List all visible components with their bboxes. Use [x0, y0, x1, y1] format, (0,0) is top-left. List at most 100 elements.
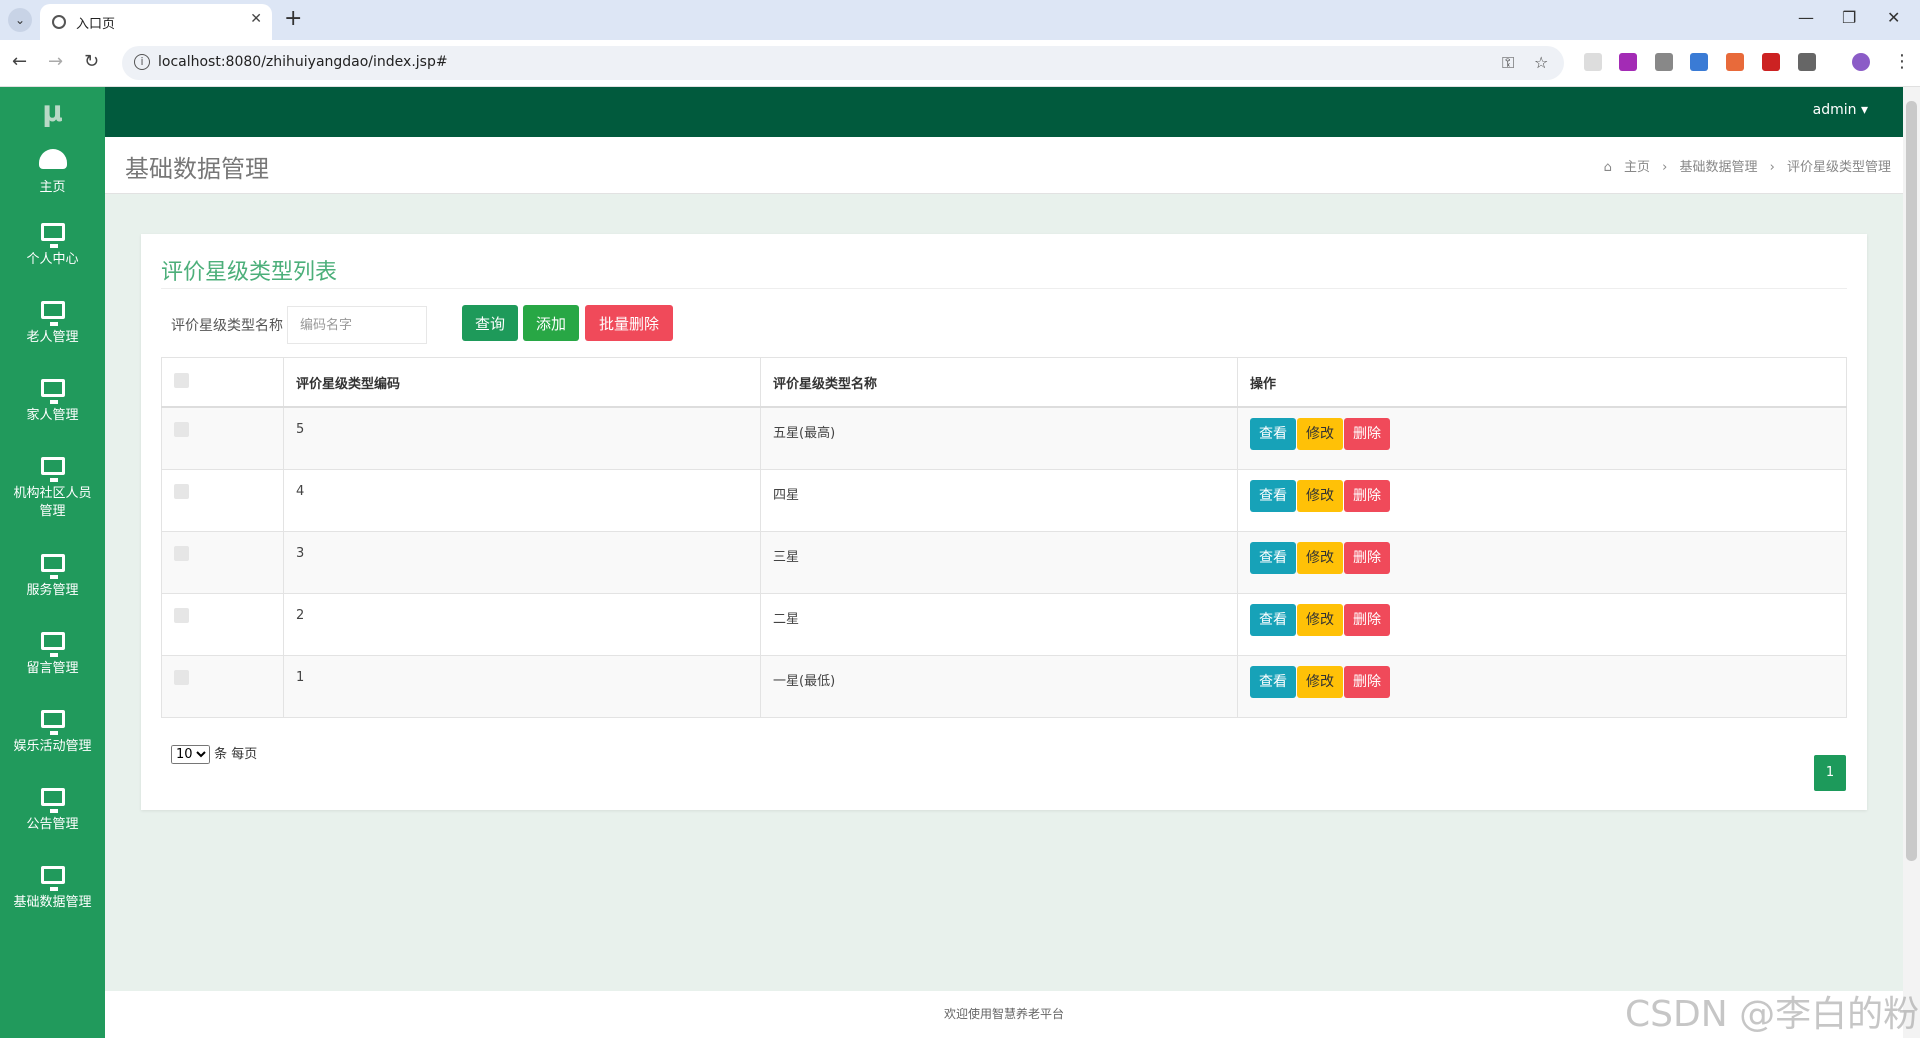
sidebar-item-profile[interactable]: 个人中心	[0, 223, 105, 269]
view-button[interactable]: 查看	[1250, 665, 1296, 698]
sidebar-item-label: 基础数据管理	[13, 895, 92, 910]
code-cell: 3	[283, 530, 761, 594]
site-info-icon[interactable]: i	[134, 54, 150, 70]
list-panel: 评价星级类型列表 评价星级类型名称 查询 添加 批量删除 评价星级类型编码 评价…	[141, 234, 1867, 810]
delete-button[interactable]: 删除	[1344, 665, 1390, 698]
row-select-cell	[161, 406, 284, 470]
extension-rp-icon[interactable]	[1619, 53, 1637, 71]
dashboard-icon	[38, 149, 67, 169]
bookmark-star-icon[interactable]: ☆	[1534, 53, 1548, 72]
page-scrollbar[interactable]	[1903, 87, 1920, 1038]
sidebar-item-family[interactable]: 家人管理	[0, 379, 105, 425]
sidebar-item-messages[interactable]: 留言管理	[0, 632, 105, 678]
delete-button[interactable]: 删除	[1344, 541, 1390, 574]
name-cell: 五星(最高)	[760, 406, 1238, 470]
extension-cursor-icon[interactable]	[1584, 53, 1602, 71]
sidebar-item-notices[interactable]: 公告管理	[0, 788, 105, 834]
minimize-icon[interactable]: —	[1798, 8, 1814, 27]
sidebar-item-elderly[interactable]: 老人管理	[0, 301, 105, 347]
code-cell: 2	[283, 592, 761, 656]
sidebar-item-home[interactable]: 主页	[0, 149, 105, 197]
page-size-select[interactable]: 10	[171, 745, 210, 764]
sidebar: μ 主页 个人中心 老人管理 家人管理 机构社区人员管理 服务管理 留言管理 娱…	[0, 87, 105, 1038]
extensions-puzzle-icon[interactable]	[1798, 53, 1816, 71]
new-tab-button[interactable]: +	[284, 6, 302, 31]
sidebar-item-label: 娱乐活动管理	[13, 739, 92, 754]
back-icon[interactable]: ←	[12, 51, 27, 72]
actions-cell: 查看 修改 删除	[1237, 592, 1847, 656]
extension-shield-icon[interactable]	[1762, 53, 1780, 71]
view-button[interactable]: 查看	[1250, 479, 1296, 512]
name-cell: 一星(最低)	[760, 654, 1238, 718]
add-button[interactable]: 添加	[523, 305, 579, 341]
edit-button[interactable]: 修改	[1297, 665, 1343, 698]
extension-tree-icon[interactable]	[1726, 53, 1744, 71]
row-checkbox[interactable]	[174, 483, 189, 499]
window-close-icon[interactable]: ✕	[1887, 8, 1900, 27]
page-size-suffix: 条 每页	[214, 747, 258, 762]
tab-close-icon[interactable]: ✕	[250, 11, 262, 27]
sidebar-item-services[interactable]: 服务管理	[0, 554, 105, 600]
query-button[interactable]: 查询	[462, 305, 518, 341]
table-row: 4 四星 查看 修改 删除	[161, 468, 1847, 532]
key-icon[interactable]: ⚿	[1502, 53, 1514, 73]
monitor-icon	[40, 554, 65, 579]
row-select-cell	[161, 654, 284, 718]
breadcrumb-home[interactable]: 主页	[1624, 160, 1650, 175]
sidebar-item-label: 主页	[39, 180, 66, 195]
browser-tab[interactable]: 入口页 ✕	[40, 4, 272, 40]
user-menu[interactable]: admin ▾	[1813, 102, 1868, 118]
view-button[interactable]: 查看	[1250, 603, 1296, 636]
view-button[interactable]: 查看	[1250, 418, 1296, 450]
tab-search-button[interactable]: ⌄	[8, 8, 32, 32]
page-size-control: 10 条 每页	[171, 743, 257, 764]
divider	[161, 288, 1847, 289]
table-row: 3 三星 查看 修改 删除	[161, 530, 1847, 594]
select-all-checkbox[interactable]	[174, 372, 189, 388]
sidebar-item-label: 公告管理	[26, 817, 79, 832]
actions-cell: 查看 修改 删除	[1237, 468, 1847, 532]
extension-layers-icon[interactable]	[1690, 53, 1708, 71]
scrollbar-thumb[interactable]	[1906, 101, 1917, 861]
search-input[interactable]	[287, 306, 427, 344]
edit-button[interactable]: 修改	[1297, 418, 1343, 450]
row-checkbox[interactable]	[174, 669, 189, 685]
edit-button[interactable]: 修改	[1297, 479, 1343, 512]
sidebar-item-community-staff[interactable]: 机构社区人员管理	[0, 457, 105, 521]
browser-tabbar: ⌄ 入口页 ✕ + — ❐ ✕	[0, 0, 1920, 40]
row-checkbox[interactable]	[174, 607, 189, 623]
sidebar-item-activities[interactable]: 娱乐活动管理	[0, 710, 105, 756]
browser-menu-icon[interactable]: ⋮	[1893, 51, 1911, 72]
delete-button[interactable]: 删除	[1344, 479, 1390, 512]
address-bar[interactable]: i localhost:8080/zhihuiyangdao/index.jsp…	[122, 46, 1564, 80]
row-checkbox[interactable]	[174, 545, 189, 561]
page-title: 基础数据管理	[125, 155, 269, 183]
extension-game-icon[interactable]	[1655, 53, 1673, 71]
name-cell: 三星	[760, 530, 1238, 594]
edit-button[interactable]: 修改	[1297, 603, 1343, 636]
delete-button[interactable]: 删除	[1344, 603, 1390, 636]
breadcrumb-basic-data[interactable]: 基础数据管理	[1679, 160, 1757, 175]
name-cell: 二星	[760, 592, 1238, 656]
top-navbar: admin ▾	[105, 87, 1920, 137]
profile-avatar[interactable]	[1852, 53, 1870, 71]
view-button[interactable]: 查看	[1250, 541, 1296, 574]
monitor-icon	[40, 710, 65, 735]
edit-button[interactable]: 修改	[1297, 541, 1343, 574]
delete-button[interactable]: 删除	[1344, 418, 1390, 450]
url-text[interactable]: localhost:8080/zhihuiyangdao/index.jsp#	[158, 54, 448, 70]
globe-icon	[52, 15, 66, 29]
reload-icon[interactable]: ↻	[84, 51, 99, 72]
sidebar-item-basic-data[interactable]: 基础数据管理	[0, 866, 105, 912]
home-icon: ⌂	[1603, 160, 1612, 175]
batch-delete-button[interactable]: 批量删除	[585, 305, 673, 341]
restore-icon[interactable]: ❐	[1842, 8, 1856, 27]
monitor-icon	[40, 379, 65, 404]
chevron-right-icon: ›	[1662, 160, 1668, 175]
sidebar-item-label: 机构社区人员管理	[13, 486, 92, 519]
forward-icon[interactable]: →	[48, 51, 63, 72]
table-header-row: 评价星级类型编码 评价星级类型名称 操作	[161, 357, 1847, 408]
column-header: 操作	[1237, 357, 1847, 408]
pagination-page-button[interactable]: 1	[1814, 755, 1846, 791]
row-checkbox[interactable]	[174, 422, 189, 437]
